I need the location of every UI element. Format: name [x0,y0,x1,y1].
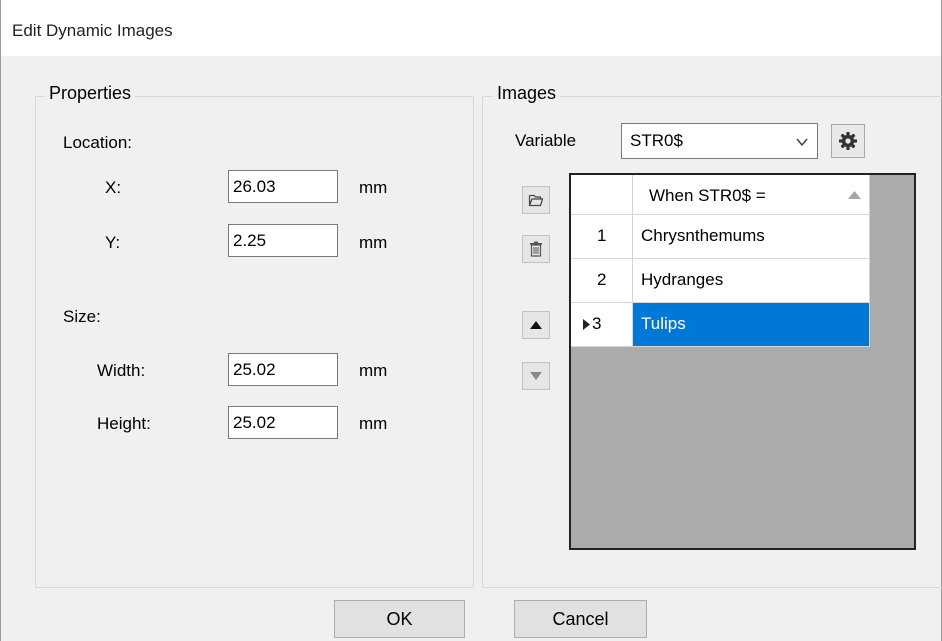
y-unit: mm [359,233,388,252]
x-unit: mm [359,178,388,197]
window-title: Edit Dynamic Images [12,21,173,40]
variable-value: STR0$ [630,131,683,150]
delete-image-button[interactable] [522,235,550,263]
row-number-cell[interactable]: 1 [571,215,633,259]
images-grid: When STR0$ = 1 Chrysnthemums 2 Hydranges… [569,173,916,550]
images-legend: Images [493,83,561,103]
row-indicator-icon [583,319,590,330]
x-label: X: [105,178,122,197]
x-input[interactable] [228,170,338,203]
height-input[interactable] [228,406,338,439]
row-number: 1 [597,226,607,245]
move-down-button[interactable] [522,362,550,390]
trash-icon [529,241,543,257]
chevron-down-icon [795,134,809,154]
width-unit: mm [359,361,388,380]
cell-value: Hydranges [641,270,724,289]
y-input[interactable] [228,224,338,257]
ok-button[interactable]: OK [334,600,465,638]
table-cell-selected[interactable]: Tulips [633,303,870,347]
settings-button[interactable] [831,124,865,158]
table-cell[interactable]: Hydranges [633,259,870,303]
folder-open-icon [528,193,544,207]
variable-select[interactable]: STR0$ [621,123,818,159]
cell-value: Tulips [641,314,686,333]
column-header-when[interactable]: When STR0$ = [633,175,870,215]
gear-icon [838,131,858,151]
table-cell[interactable]: Chrysnthemums [633,215,870,259]
row-number: 3 [592,314,602,333]
row-number-cell[interactable]: 3 [571,303,633,347]
width-label: Width: [97,361,146,380]
height-label: Height: [97,414,151,433]
column-header-label: When STR0$ = [649,186,766,205]
title-bar: Edit Dynamic Images [1,0,941,56]
row-number-cell[interactable]: 2 [571,259,633,303]
cancel-button[interactable]: Cancel [514,600,647,638]
move-up-button[interactable] [522,311,550,339]
arrow-up-icon [529,320,543,330]
y-label: Y: [105,233,121,252]
size-label: Size: [63,307,101,326]
row-number: 2 [597,270,607,289]
open-image-button[interactable] [522,186,550,214]
arrow-down-icon [529,371,543,381]
sort-ascending-icon [848,191,861,199]
dialog-window: Edit Dynamic Images Properties Location:… [0,0,942,641]
grid-corner-cell [571,175,633,215]
variable-label: Variable [515,131,577,150]
height-unit: mm [359,414,388,433]
properties-legend: Properties [45,83,136,103]
cell-value: Chrysnthemums [641,226,765,245]
width-input[interactable] [228,353,338,386]
location-label: Location: [63,133,132,152]
